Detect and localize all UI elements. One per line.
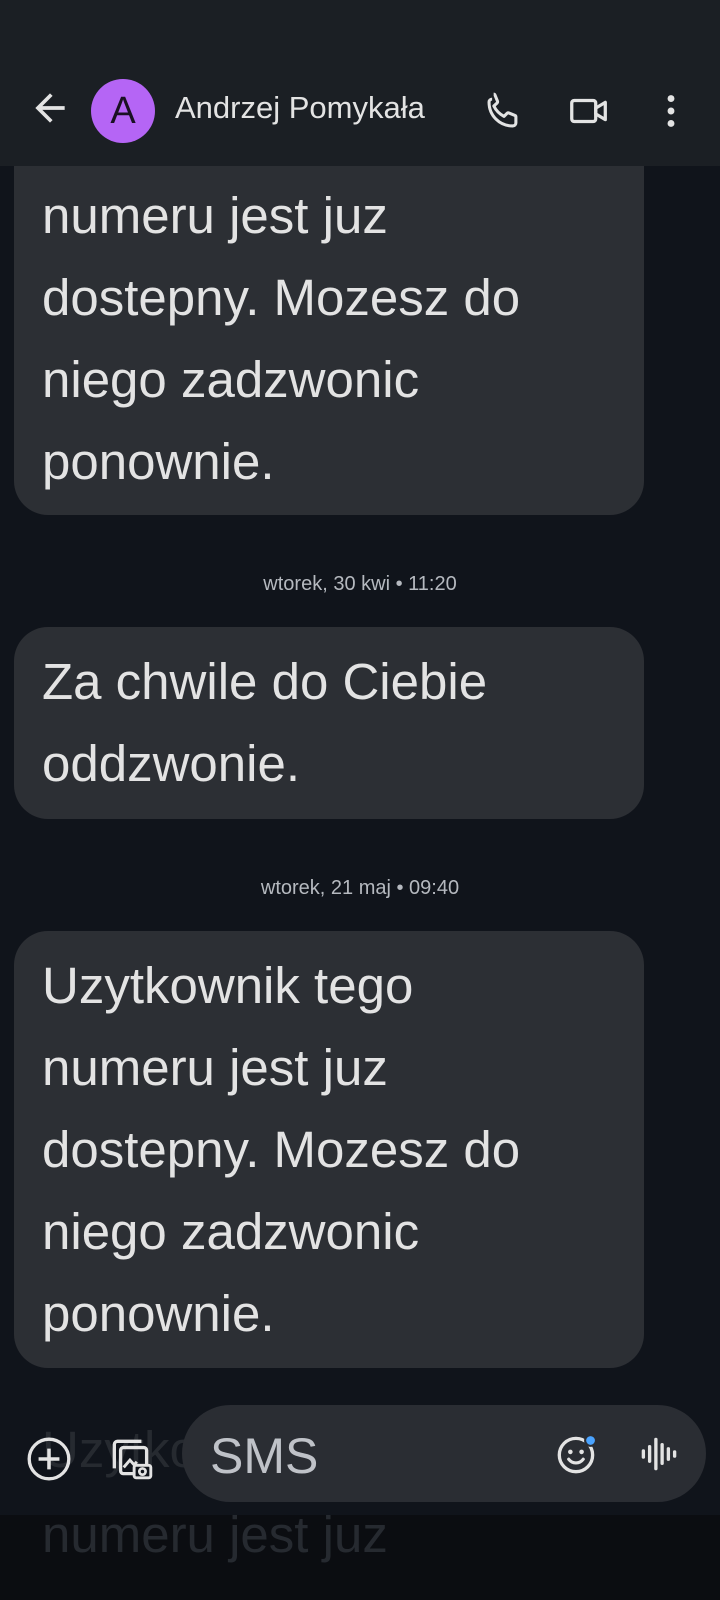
phone-icon[interactable] xyxy=(481,88,527,134)
message-bubble[interactable]: numeru jest juz dostepny. Mozesz do nieg… xyxy=(14,130,644,515)
gallery-icon[interactable] xyxy=(106,1433,156,1483)
sms-placeholder: SMS xyxy=(210,1428,319,1484)
emoji-icon[interactable] xyxy=(552,1429,602,1479)
contact-name[interactable]: Andrzej Pomykała xyxy=(175,90,425,126)
message-line: oddzwonie. xyxy=(42,735,301,792)
message-line: ponownie. xyxy=(42,433,275,490)
video-camera-icon[interactable] xyxy=(566,88,612,134)
avatar[interactable]: A xyxy=(91,79,155,143)
message-line: ponownie. xyxy=(42,1285,275,1342)
conversation-screen: numeru jest juz dostepny. Mozesz do nieg… xyxy=(0,0,720,1600)
more-vert-icon[interactable] xyxy=(648,88,694,134)
message-timestamp: wtorek, 30 kwi • 11:20 xyxy=(263,573,457,595)
message-bubble[interactable]: Uzytkownik tego numeru jest juz dostepny… xyxy=(14,931,644,1368)
message-line: numeru jest juz xyxy=(42,1039,388,1096)
message-timestamp: wtorek, 21 maj • 09:40 xyxy=(260,877,460,899)
sms-input[interactable]: SMS xyxy=(182,1405,706,1502)
add-circle-icon[interactable] xyxy=(24,1434,74,1484)
message-line: Za chwile do Ciebie xyxy=(42,653,488,710)
message-line: Uzytkownik tego xyxy=(42,957,414,1014)
message-bubble[interactable]: Za chwile do Ciebie oddzwonie. xyxy=(14,627,644,819)
message-line: dostepny. Mozesz do xyxy=(42,269,521,326)
message-line: niego zadzwonic xyxy=(42,1203,420,1260)
avatar-letter: A xyxy=(110,89,136,132)
voice-waveform-icon[interactable] xyxy=(634,1429,684,1479)
message-line: niego zadzwonic xyxy=(42,351,420,408)
message-line: dostepny. Mozesz do xyxy=(42,1121,521,1178)
app-bar: A Andrzej Pomykała xyxy=(0,0,720,166)
hidden-message-text: numeru jest juz xyxy=(42,1506,388,1563)
message-line: numeru jest juz xyxy=(42,187,388,244)
arrow-back-icon[interactable] xyxy=(28,86,72,130)
